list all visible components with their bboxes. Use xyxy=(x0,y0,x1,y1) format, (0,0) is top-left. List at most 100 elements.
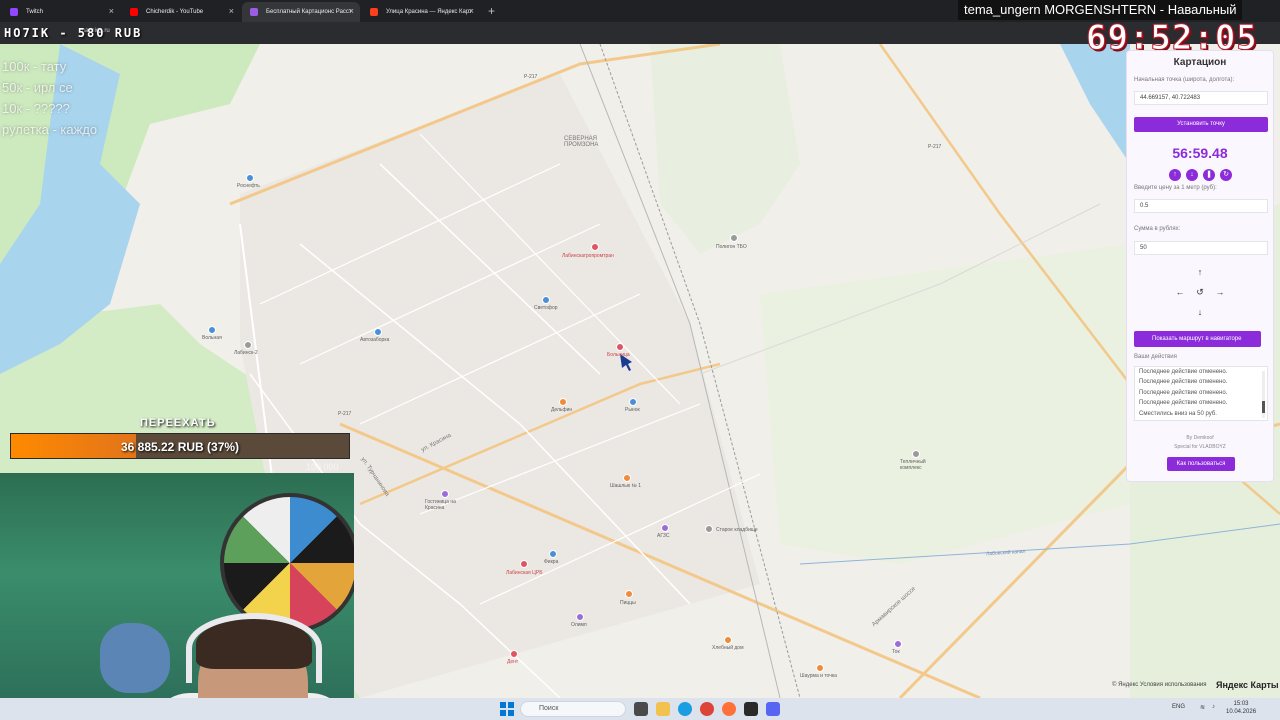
log-entry: Последнее действие отменено. xyxy=(1139,379,1228,386)
poi-icon[interactable] xyxy=(374,328,382,336)
tab-kartacion[interactable]: Бесплатный Картационс Расст × xyxy=(242,2,360,22)
tab-youtube[interactable]: Chicherdik - YouTube × xyxy=(122,2,240,22)
place-label: Фикра xyxy=(544,559,559,565)
arrow-up-icon[interactable]: ↑ xyxy=(1195,267,1205,277)
twitch-icon xyxy=(10,8,18,16)
new-tab-icon[interactable]: + xyxy=(488,4,495,18)
poi-icon[interactable] xyxy=(542,296,550,304)
sum-input[interactable]: 50 xyxy=(1134,241,1268,255)
poi-icon[interactable] xyxy=(576,613,584,621)
tab-title: Chicherdik - YouTube xyxy=(146,9,204,15)
place-label: Дельфин xyxy=(551,407,573,413)
goal-item: рулетка - каждо xyxy=(2,122,98,137)
reset-circle-icon[interactable]: ↻ xyxy=(1220,169,1232,181)
yandex-maps-logo: Яндекс Карты xyxy=(1216,680,1279,690)
poi-icon[interactable] xyxy=(441,490,449,498)
yandex-icon xyxy=(370,8,378,16)
panel-timer: 56:59.48 xyxy=(1172,145,1228,161)
log-entry: Сместились вниз на 50 руб. xyxy=(1139,410,1217,417)
poi-icon[interactable] xyxy=(625,590,633,598)
close-icon[interactable]: × xyxy=(469,6,474,16)
obs-icon[interactable] xyxy=(744,702,758,716)
roulette-wheel xyxy=(220,493,354,633)
firefox-icon[interactable] xyxy=(722,702,736,716)
start-point-input[interactable]: 44.669157, 40.722483 xyxy=(1134,91,1268,105)
place-label: Тепличный комплекс xyxy=(900,459,926,471)
road-label: Р-217 xyxy=(338,411,352,417)
close-icon[interactable]: × xyxy=(349,6,354,16)
language-indicator[interactable]: ENG xyxy=(1172,704,1185,710)
poi-icon[interactable] xyxy=(520,560,528,568)
poi-icon[interactable] xyxy=(629,398,637,406)
credit-special: Special for VLADBOYZ xyxy=(1174,444,1226,450)
price-label: Введите цену за 1 метр (руб): xyxy=(1134,185,1217,191)
map-attribution[interactable]: © Яндекс Условия использования xyxy=(1112,682,1207,688)
arrow-left-icon[interactable]: ← xyxy=(1175,287,1185,297)
task-view-icon[interactable] xyxy=(634,702,648,716)
discord-icon[interactable] xyxy=(766,702,780,716)
action-log[interactable]: Последнее действие отменено. Последнее д… xyxy=(1134,366,1268,421)
file-explorer-icon[interactable] xyxy=(656,702,670,716)
down-circle-icon[interactable]: ↓ xyxy=(1186,169,1198,181)
log-entry: Последнее действие отменено. xyxy=(1139,400,1228,407)
poi-icon[interactable] xyxy=(705,525,713,533)
plush-toy xyxy=(100,623,170,693)
poi-icon[interactable] xyxy=(616,343,624,351)
set-point-button[interactable]: Установить точку xyxy=(1134,117,1268,132)
wifi-icon[interactable]: ≋ xyxy=(1200,704,1205,711)
up-circle-icon[interactable]: ↑ xyxy=(1169,169,1181,181)
place-label: Ток xyxy=(892,649,900,655)
poi-icon[interactable] xyxy=(816,664,824,672)
pause-circle-icon[interactable]: ❚ xyxy=(1203,169,1215,181)
tab-title: Бесплатный Картационс Расст xyxy=(266,9,352,15)
progress-max: 100 000 xyxy=(306,462,339,472)
poi-icon[interactable] xyxy=(244,341,252,349)
navigator-button-label: Показать маршрут в навигаторе xyxy=(1152,336,1242,342)
windows-start-icon[interactable] xyxy=(500,702,514,716)
poi-icon[interactable] xyxy=(208,326,216,334)
tab-twitch[interactable]: Twitch × xyxy=(2,2,120,22)
how-to-use-button[interactable]: Как пользоваться xyxy=(1167,457,1235,471)
webcam-feed xyxy=(0,473,354,720)
search-label: Поиск xyxy=(539,705,559,712)
log-entry: Последнее действие отменено. xyxy=(1139,389,1228,396)
panel-title: Картацион xyxy=(1173,57,1227,68)
volume-icon[interactable]: ♪ xyxy=(1212,704,1215,710)
poi-icon[interactable] xyxy=(912,450,920,458)
poi-icon[interactable] xyxy=(623,474,631,482)
poi-icon[interactable] xyxy=(724,636,732,644)
arrow-right-icon[interactable]: → xyxy=(1215,287,1225,297)
road-label: Р-217 xyxy=(928,144,942,150)
poi-icon[interactable] xyxy=(894,640,902,648)
poi-icon[interactable] xyxy=(559,398,567,406)
close-icon[interactable]: × xyxy=(109,6,114,16)
road-label: Р-217 xyxy=(524,74,538,80)
poi-icon[interactable] xyxy=(246,174,254,182)
start-point-label: Начальная точка (широта, долгота): xyxy=(1134,77,1235,83)
headset xyxy=(186,613,322,683)
log-entry: Последнее действие отменено. xyxy=(1139,369,1228,375)
windows-taskbar: Поиск ENG ≋ ♪ 15:03 10.04.2026 xyxy=(0,698,1280,720)
stream-counter: НО7ІК - 580 RUB xyxy=(4,26,143,40)
clock-time: 15:03 xyxy=(1233,701,1249,707)
poi-icon[interactable] xyxy=(730,234,738,242)
place-label: Шаурма и точка xyxy=(800,673,837,679)
navigator-button[interactable]: Показать маршрут в навигаторе xyxy=(1134,331,1261,347)
poi-icon[interactable] xyxy=(510,650,518,658)
price-input[interactable]: 0.5 xyxy=(1134,199,1268,213)
poi-icon[interactable] xyxy=(661,524,669,532)
poi-icon[interactable] xyxy=(549,550,557,558)
place-label: АГЗС xyxy=(657,533,670,539)
place-label: Шашлык № 1 xyxy=(610,483,641,489)
credit-author: By Demkoof xyxy=(1186,435,1214,441)
taskbar-clock[interactable]: 15:03 10.04.2026 xyxy=(1226,700,1256,716)
taskbar-search[interactable]: Поиск xyxy=(520,701,626,717)
tab-yandex-maps[interactable]: Улица Красина — Яндекс Карт × xyxy=(362,2,480,22)
arrow-down-icon[interactable]: ↓ xyxy=(1195,307,1205,317)
chrome-icon[interactable] xyxy=(700,702,714,716)
undo-icon[interactable]: ↺ xyxy=(1195,287,1205,298)
edge-icon[interactable] xyxy=(678,702,692,716)
close-icon[interactable]: × xyxy=(229,6,234,16)
log-scrollbar[interactable] xyxy=(1262,371,1265,418)
poi-icon[interactable] xyxy=(591,243,599,251)
